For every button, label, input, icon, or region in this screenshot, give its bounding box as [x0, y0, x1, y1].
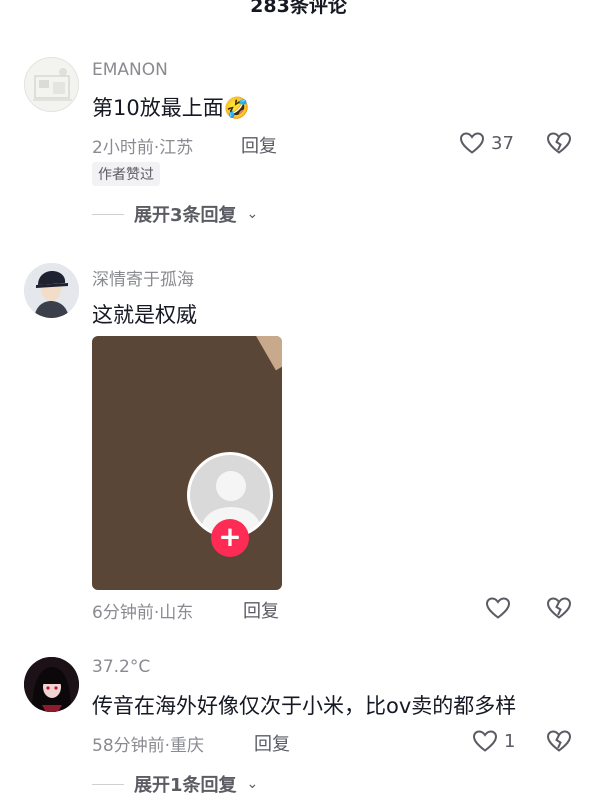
comment-username[interactable]: 深情寄于孤海 — [92, 265, 194, 290]
expand-replies-button[interactable]: 展开1条回复 ⌄ — [92, 771, 258, 797]
heart-outline-icon — [472, 730, 498, 752]
comment-meta: 58分钟前·重庆 — [92, 736, 205, 756]
broken-heart-icon — [546, 597, 572, 619]
like-button[interactable]: 1 — [472, 729, 515, 753]
heart-outline-icon — [485, 597, 511, 619]
expand-replies-label: 展开1条回复 — [134, 775, 237, 796]
expand-replies-button[interactable]: 展开3条回复 ⌄ — [92, 201, 258, 227]
expand-replies-label: 展开3条回复 — [134, 205, 237, 226]
author-liked-badge: 作者赞过 — [92, 162, 160, 186]
dislike-button[interactable] — [546, 131, 572, 159]
comment-text-body: 第10放最上面 — [92, 96, 224, 120]
comments-header-title: 283条评论 — [250, 0, 347, 17]
comment-text: 这就是权威 — [92, 303, 197, 327]
comment-meta: 6分钟前·山东 — [92, 603, 194, 623]
chevron-down-icon: ⌄ — [246, 776, 259, 792]
image-corner — [255, 336, 282, 371]
broken-heart-icon — [546, 730, 572, 752]
reply-button[interactable]: 回复 — [241, 132, 277, 158]
like-button[interactable]: 37 — [459, 131, 514, 155]
divider-line — [92, 213, 124, 215]
reply-button[interactable]: 回复 — [254, 730, 290, 756]
chevron-down-icon: ⌄ — [246, 206, 259, 222]
avatar[interactable] — [24, 57, 79, 112]
like-count: 37 — [491, 132, 514, 154]
divider-line — [92, 783, 124, 785]
reply-button[interactable]: 回复 — [243, 597, 279, 623]
dislike-button[interactable] — [546, 596, 572, 624]
like-count: 1 — [504, 730, 516, 752]
avatar[interactable] — [24, 657, 79, 712]
comment-meta: 2小时前·江苏 — [92, 138, 194, 158]
comment-text: 传音在海外好像仅次于小米，比ov卖的都多样 — [92, 694, 517, 718]
laughing-emoji-icon: 🤣 — [223, 96, 250, 120]
comment-username[interactable]: 37.2°C — [92, 657, 150, 677]
dislike-button[interactable] — [546, 729, 572, 757]
avatar[interactable] — [24, 263, 79, 318]
broken-heart-icon — [546, 132, 572, 154]
comment-text: 第10放最上面🤣 — [92, 92, 250, 122]
plus-icon[interactable]: + — [211, 519, 249, 557]
comment-username[interactable]: EMANON — [92, 60, 168, 80]
heart-outline-icon — [459, 132, 485, 154]
like-button[interactable] — [485, 596, 517, 620]
